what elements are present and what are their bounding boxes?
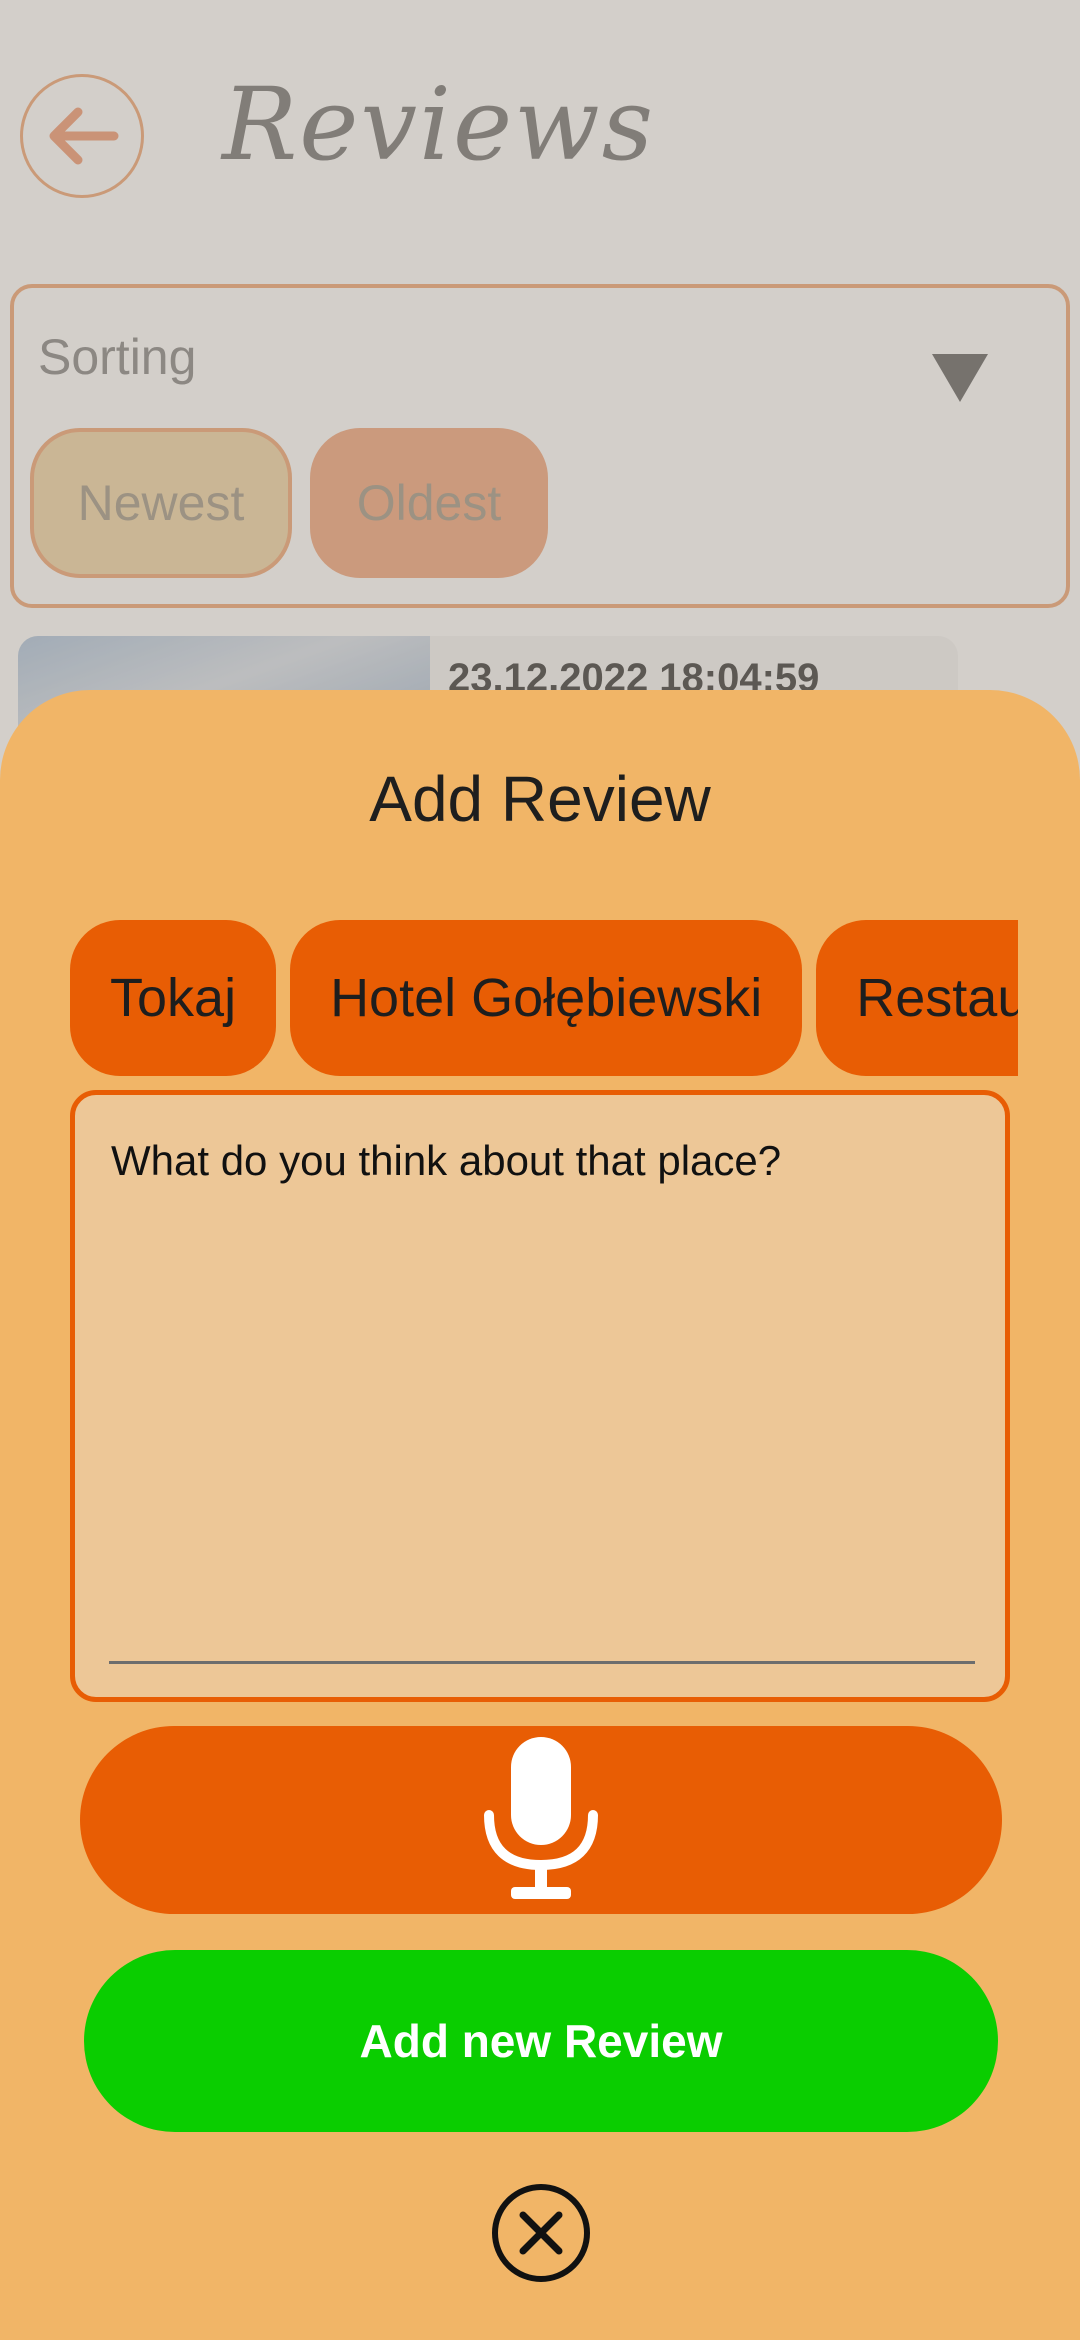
review-text-box — [70, 1090, 1010, 1702]
places-chip-row[interactable]: Tokaj Hotel Gołębiewski Restau — [70, 920, 1018, 1076]
place-chip-hotel-golebiewski[interactable]: Hotel Gołębiewski — [290, 920, 803, 1076]
review-input[interactable] — [109, 1135, 979, 1659]
place-chip-tokaj[interactable]: Tokaj — [70, 920, 277, 1076]
add-review-sheet: Add Review Tokaj Hotel Gołębiewski Restau … — [0, 690, 1080, 2340]
screen: Reviews Sorting Newest Oldest 23.12.2022… — [0, 0, 1080, 2340]
close-button[interactable] — [490, 2182, 592, 2284]
voice-input-button[interactable] — [80, 1726, 1002, 1914]
place-chip-restaurant[interactable]: Restau — [816, 920, 1018, 1076]
add-new-review-button[interactable]: Add new Review — [84, 1950, 998, 2132]
close-circle-icon — [492, 2184, 590, 2282]
input-underline — [109, 1661, 975, 1664]
sheet-title: Add Review — [369, 763, 711, 835]
microphone-icon — [484, 1737, 598, 1899]
